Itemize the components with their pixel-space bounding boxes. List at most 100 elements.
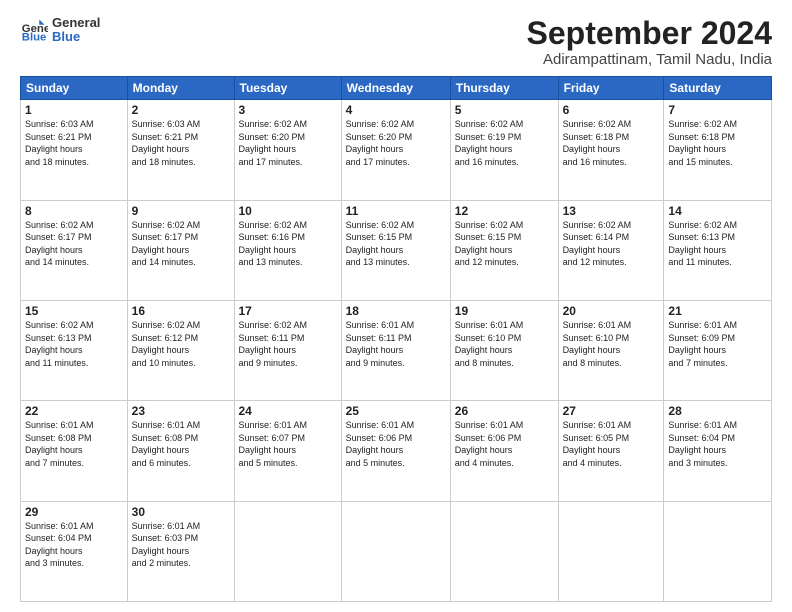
day-number: 27 (563, 404, 660, 418)
calendar-cell: 18 Sunrise: 6:01 AMSunset: 6:11 PMDayligh… (341, 300, 450, 400)
day-info: Sunrise: 6:01 AMSunset: 6:05 PMDaylight … (563, 420, 632, 468)
calendar-cell: 16 Sunrise: 6:02 AMSunset: 6:12 PMDayligh… (127, 300, 234, 400)
calendar-cell: 12Sunrise: 6:02 AMSunset: 6:15 PMDayligh… (450, 200, 558, 300)
calendar-cell: 24 Sunrise: 6:01 AMSunset: 6:07 PMDayligh… (234, 401, 341, 501)
calendar-cell: 23Sunrise: 6:01 AMSunset: 6:08 PMDayligh… (127, 401, 234, 501)
day-info: Sunrise: 6:02 AMSunset: 6:18 PMDaylight … (668, 119, 737, 167)
day-info: Sunrise: 6:02 AMSunset: 6:16 PMDaylight … (239, 220, 308, 268)
day-number: 5 (455, 103, 554, 117)
calendar-cell: 6 Sunrise: 6:02 AMSunset: 6:18 PMDaylight… (558, 100, 664, 200)
calendar-cell: 9Sunrise: 6:02 AMSunset: 6:17 PMDaylight… (127, 200, 234, 300)
calendar-week-row: 22 Sunrise: 6:01 AMSunset: 6:08 PMDayligh… (21, 401, 772, 501)
day-number: 22 (25, 404, 123, 418)
calendar-cell: 7Sunrise: 6:02 AMSunset: 6:18 PMDaylight… (664, 100, 772, 200)
day-info: Sunrise: 6:01 AMSunset: 6:04 PMDaylight … (668, 420, 737, 468)
calendar-cell: 10Sunrise: 6:02 AMSunset: 6:16 PMDayligh… (234, 200, 341, 300)
day-info: Sunrise: 6:02 AMSunset: 6:17 PMDaylight … (25, 220, 94, 268)
day-number: 28 (668, 404, 767, 418)
day-info: Sunrise: 6:02 AMSunset: 6:19 PMDaylight … (455, 119, 524, 167)
calendar-cell: 17 Sunrise: 6:02 AMSunset: 6:11 PMDayligh… (234, 300, 341, 400)
day-info: Sunrise: 6:02 AMSunset: 6:12 PMDaylight … (132, 320, 201, 368)
day-number: 15 (25, 304, 123, 318)
day-number: 9 (132, 204, 230, 218)
day-number: 25 (346, 404, 446, 418)
day-info: Sunrise: 6:02 AMSunset: 6:13 PMDaylight … (25, 320, 94, 368)
calendar-cell: 29Sunrise: 6:01 AMSunset: 6:04 PMDayligh… (21, 501, 128, 601)
day-info: Sunrise: 6:02 AMSunset: 6:11 PMDaylight … (239, 320, 308, 368)
day-info: Sunrise: 6:01 AMSunset: 6:08 PMDaylight … (132, 420, 201, 468)
day-number: 4 (346, 103, 446, 117)
day-number: 11 (346, 204, 446, 218)
calendar-cell: 8Sunrise: 6:02 AMSunset: 6:17 PMDaylight… (21, 200, 128, 300)
calendar-cell: 4 Sunrise: 6:02 AMSunset: 6:20 PMDaylight… (341, 100, 450, 200)
day-number: 6 (563, 103, 660, 117)
day-info: Sunrise: 6:01 AMSunset: 6:07 PMDaylight … (239, 420, 308, 468)
day-number: 16 (132, 304, 230, 318)
col-friday: Friday (558, 77, 664, 100)
calendar-week-row: 8Sunrise: 6:02 AMSunset: 6:17 PMDaylight… (21, 200, 772, 300)
day-info: Sunrise: 6:01 AMSunset: 6:08 PMDaylight … (25, 420, 94, 468)
day-info: Sunrise: 6:02 AMSunset: 6:13 PMDaylight … (668, 220, 737, 268)
calendar-cell (234, 501, 341, 601)
day-number: 26 (455, 404, 554, 418)
logo: General Blue General Blue (20, 16, 100, 45)
day-info: Sunrise: 6:02 AMSunset: 6:20 PMDaylight … (239, 119, 308, 167)
day-info: Sunrise: 6:02 AMSunset: 6:15 PMDaylight … (346, 220, 415, 268)
calendar-cell: 11 Sunrise: 6:02 AMSunset: 6:15 PMDayligh… (341, 200, 450, 300)
day-info: Sunrise: 6:01 AMSunset: 6:03 PMDaylight … (132, 521, 201, 569)
calendar-week-row: 29Sunrise: 6:01 AMSunset: 6:04 PMDayligh… (21, 501, 772, 601)
day-number: 13 (563, 204, 660, 218)
calendar-cell (664, 501, 772, 601)
calendar-cell (450, 501, 558, 601)
calendar-cell: 19 Sunrise: 6:01 AMSunset: 6:10 PMDayligh… (450, 300, 558, 400)
day-number: 17 (239, 304, 337, 318)
day-number: 14 (668, 204, 767, 218)
day-number: 19 (455, 304, 554, 318)
day-info: Sunrise: 6:01 AMSunset: 6:09 PMDaylight … (668, 320, 737, 368)
day-info: Sunrise: 6:01 AMSunset: 6:11 PMDaylight … (346, 320, 415, 368)
day-info: Sunrise: 6:02 AMSunset: 6:18 PMDaylight … (563, 119, 632, 167)
day-info: Sunrise: 6:01 AMSunset: 6:06 PMDaylight … (346, 420, 415, 468)
day-info: Sunrise: 6:03 AMSunset: 6:21 PMDaylight … (25, 119, 94, 167)
day-info: Sunrise: 6:03 AMSunset: 6:21 PMDaylight … (132, 119, 201, 167)
calendar-cell: 26 Sunrise: 6:01 AMSunset: 6:06 PMDayligh… (450, 401, 558, 501)
page: General Blue General Blue September 2024… (0, 0, 792, 612)
calendar-cell: 13 Sunrise: 6:02 AMSunset: 6:14 PMDayligh… (558, 200, 664, 300)
calendar-cell: 5 Sunrise: 6:02 AMSunset: 6:19 PMDaylight… (450, 100, 558, 200)
calendar-cell: 3 Sunrise: 6:02 AMSunset: 6:20 PMDaylight… (234, 100, 341, 200)
col-wednesday: Wednesday (341, 77, 450, 100)
day-number: 3 (239, 103, 337, 117)
day-info: Sunrise: 6:02 AMSunset: 6:14 PMDaylight … (563, 220, 632, 268)
calendar-cell: 28 Sunrise: 6:01 AMSunset: 6:04 PMDayligh… (664, 401, 772, 501)
logo-line2: Blue (52, 30, 100, 44)
location-title: Adirampattinam, Tamil Nadu, India (527, 51, 772, 68)
calendar-table: Sunday Monday Tuesday Wednesday Thursday… (20, 76, 772, 602)
title-block: September 2024 Adirampattinam, Tamil Nad… (527, 16, 772, 68)
day-info: Sunrise: 6:01 AMSunset: 6:10 PMDaylight … (455, 320, 524, 368)
calendar-cell: 22 Sunrise: 6:01 AMSunset: 6:08 PMDayligh… (21, 401, 128, 501)
day-number: 21 (668, 304, 767, 318)
day-info: Sunrise: 6:01 AMSunset: 6:06 PMDaylight … (455, 420, 524, 468)
day-number: 24 (239, 404, 337, 418)
calendar-header-row: Sunday Monday Tuesday Wednesday Thursday… (21, 77, 772, 100)
day-info: Sunrise: 6:02 AMSunset: 6:20 PMDaylight … (346, 119, 415, 167)
day-number: 29 (25, 505, 123, 519)
logo-line1: General (52, 16, 100, 30)
calendar-cell: 2Sunrise: 6:03 AMSunset: 6:21 PMDaylight… (127, 100, 234, 200)
calendar-cell: 27 Sunrise: 6:01 AMSunset: 6:05 PMDayligh… (558, 401, 664, 501)
logo-icon: General Blue (20, 16, 48, 44)
calendar-cell (558, 501, 664, 601)
col-tuesday: Tuesday (234, 77, 341, 100)
calendar-cell: 20Sunrise: 6:01 AMSunset: 6:10 PMDayligh… (558, 300, 664, 400)
day-info: Sunrise: 6:02 AMSunset: 6:15 PMDaylight … (455, 220, 524, 268)
calendar-week-row: 1Sunrise: 6:03 AMSunset: 6:21 PMDaylight… (21, 100, 772, 200)
day-number: 18 (346, 304, 446, 318)
day-number: 30 (132, 505, 230, 519)
calendar-cell: 21 Sunrise: 6:01 AMSunset: 6:09 PMDayligh… (664, 300, 772, 400)
calendar-cell: 15 Sunrise: 6:02 AMSunset: 6:13 PMDayligh… (21, 300, 128, 400)
calendar-cell (341, 501, 450, 601)
col-monday: Monday (127, 77, 234, 100)
col-thursday: Thursday (450, 77, 558, 100)
day-info: Sunrise: 6:01 AMSunset: 6:10 PMDaylight … (563, 320, 632, 368)
col-sunday: Sunday (21, 77, 128, 100)
